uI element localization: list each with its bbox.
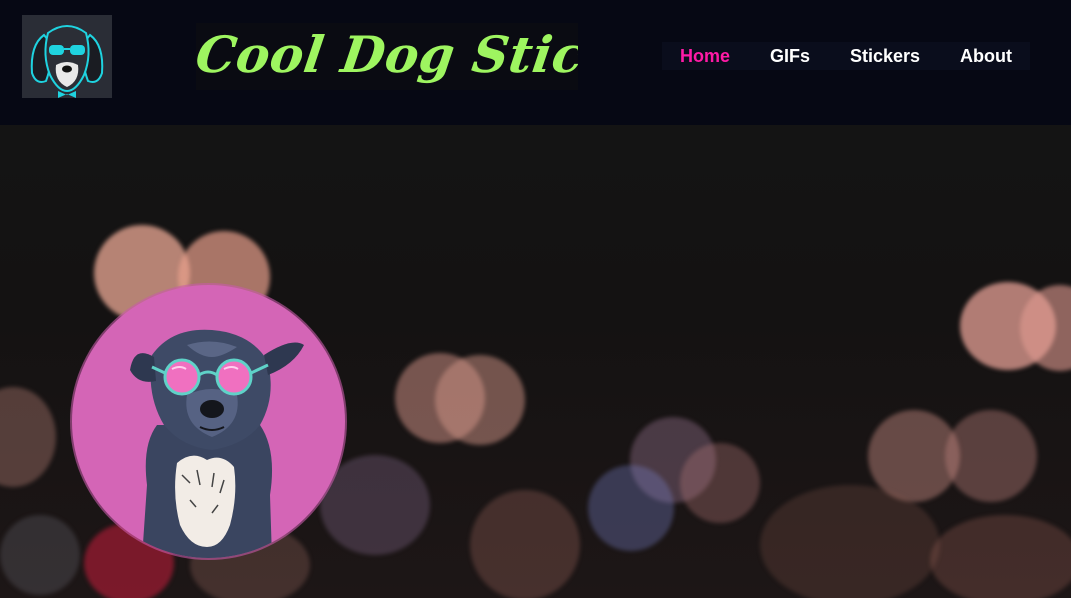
site-header: Cool Dog Stickers Home GIFs Stickers Abo… (0, 0, 1071, 125)
hero-dog-badge[interactable] (72, 285, 345, 558)
nav-stickers[interactable]: Stickers (850, 46, 920, 67)
nav-gifs[interactable]: GIFs (770, 46, 810, 67)
bokeh-light (435, 355, 525, 445)
site-title[interactable]: Cool Dog Stickers (196, 23, 578, 90)
nav-about[interactable]: About (960, 46, 1012, 67)
bokeh-light (930, 515, 1071, 598)
bokeh-light (760, 485, 940, 598)
bokeh-light (680, 443, 760, 523)
bokeh-light (0, 515, 80, 595)
bokeh-light (945, 410, 1037, 502)
site-title-box[interactable]: Cool Dog Stickers (196, 23, 578, 90)
bokeh-light (470, 490, 580, 598)
nav-home[interactable]: Home (680, 46, 730, 67)
bokeh-light (588, 465, 674, 551)
bokeh-light (0, 387, 56, 487)
main-nav: Home GIFs Stickers About (662, 42, 1030, 70)
bokeh-light (320, 455, 430, 555)
dog-with-pink-sunglasses-illustration-icon (130, 329, 304, 558)
dog-with-sunglasses-logo-icon (30, 25, 104, 98)
site-logo[interactable] (22, 15, 112, 98)
